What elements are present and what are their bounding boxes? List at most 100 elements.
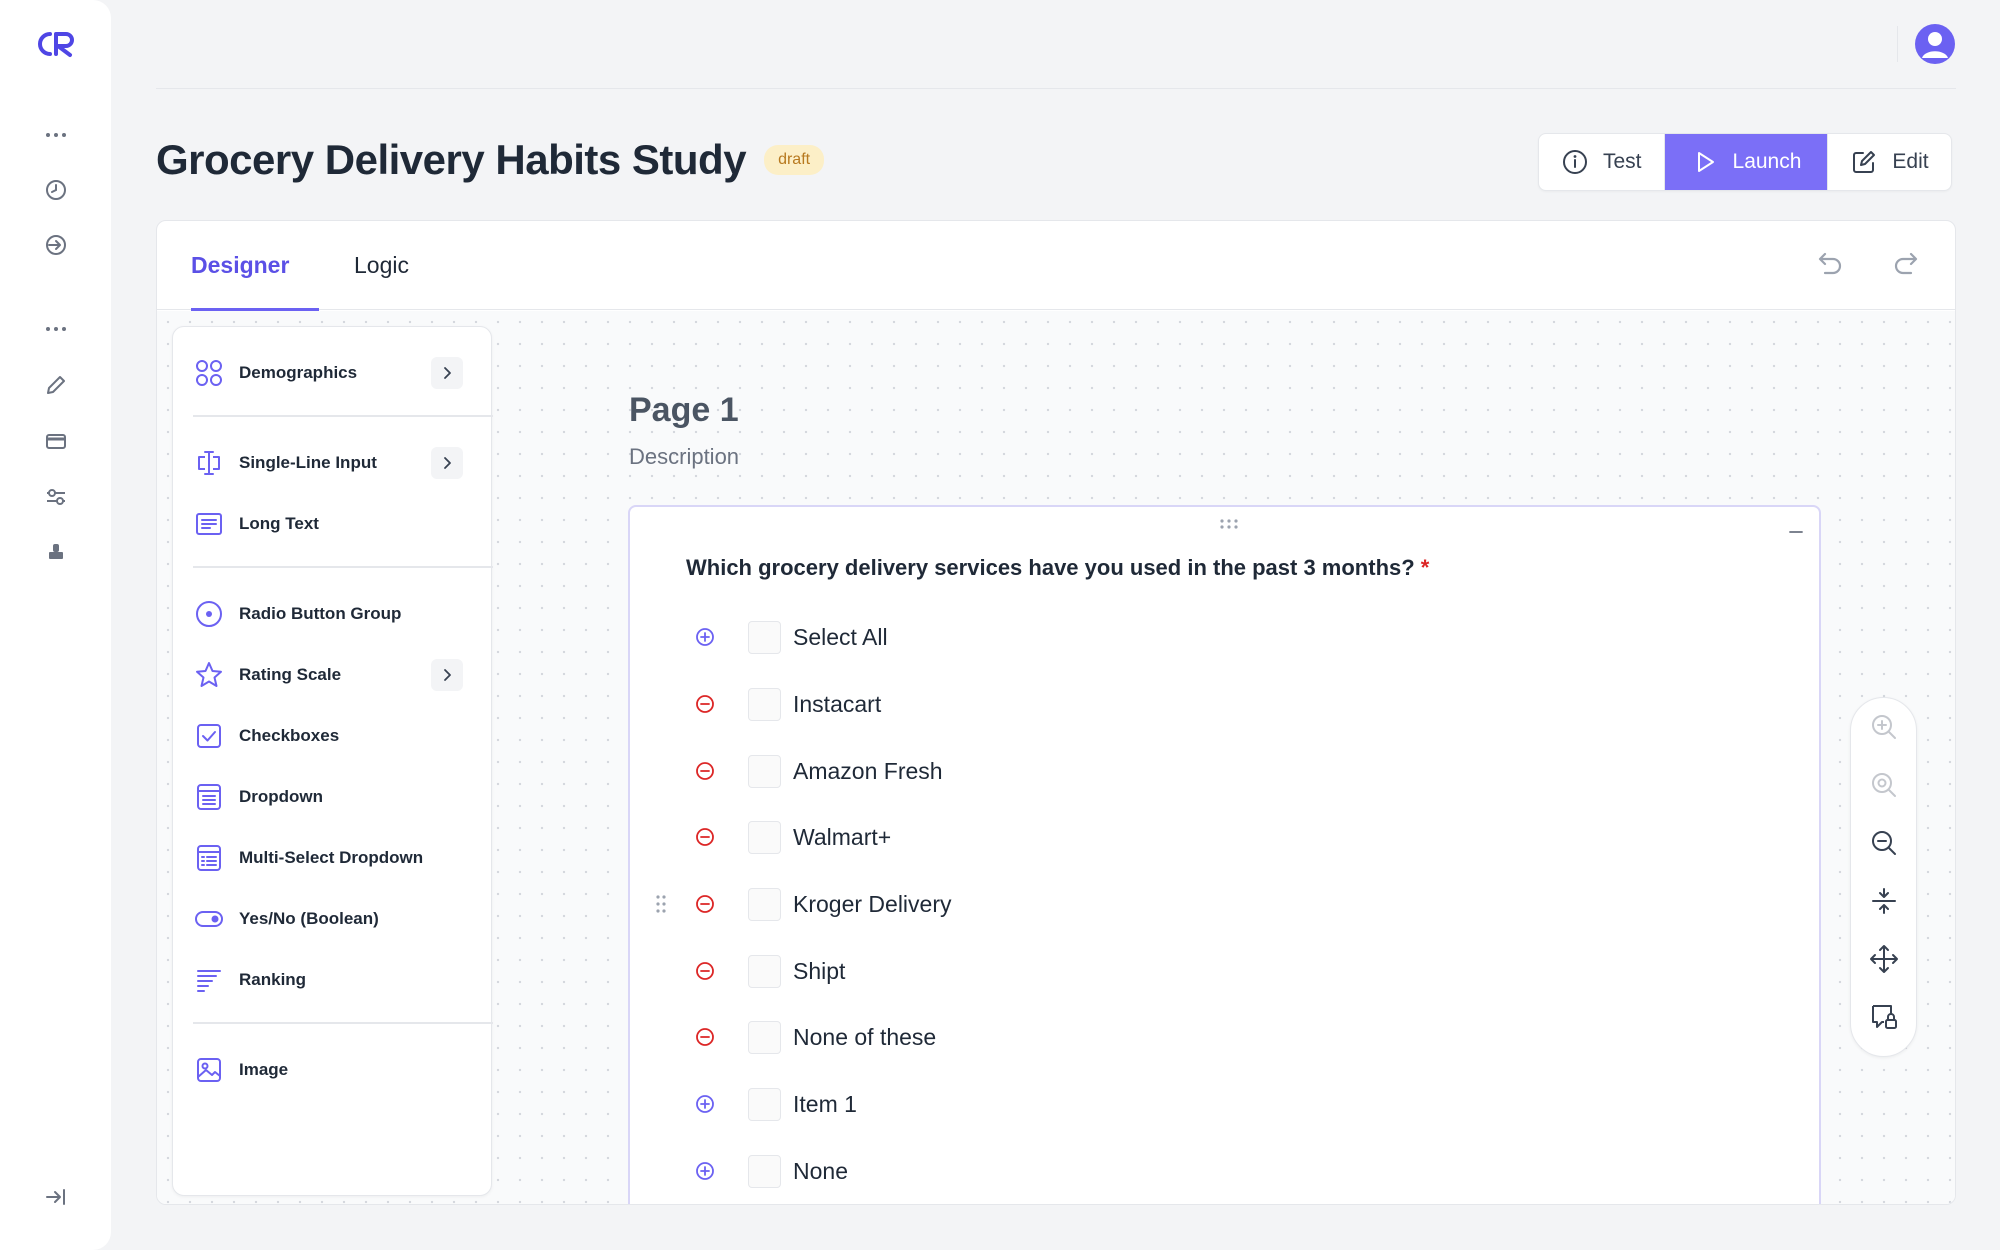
option-label[interactable]: Amazon Fresh	[793, 758, 943, 785]
option-checkbox[interactable]	[748, 1020, 781, 1054]
option-checkbox[interactable]	[748, 954, 781, 988]
status-badge: draft	[764, 145, 825, 175]
toolbox-item-long-text[interactable]: Long Text	[193, 502, 473, 546]
question-text: Which grocery delivery services have you…	[686, 555, 1415, 580]
edit-icon	[1853, 151, 1876, 173]
move-canvas-icon[interactable]	[1867, 942, 1901, 976]
lock-comment-icon[interactable]	[1867, 1000, 1901, 1034]
option-label[interactable]: Walmart+	[793, 824, 891, 851]
option-checkbox[interactable]	[748, 887, 781, 921]
page-name[interactable]: Page 1	[629, 391, 739, 430]
stamp-icon[interactable]	[39, 535, 73, 569]
add-option-icon[interactable]	[694, 1093, 716, 1115]
import-icon[interactable]	[39, 228, 73, 262]
option-row: None of these	[694, 1017, 1394, 1057]
expand-sidebar-icon[interactable]	[39, 1180, 73, 1214]
design-canvas[interactable]: Demographics Single-Line Input Long Text…	[157, 311, 1955, 1204]
toolbox-item-multi-select-dropdown[interactable]: Multi-Select Dropdown	[193, 836, 473, 880]
toolbox-item-image[interactable]: Image	[193, 1048, 473, 1092]
option-row: Kroger Delivery	[694, 884, 1394, 924]
ranking-icon	[193, 964, 225, 996]
remove-option-icon[interactable]	[694, 1026, 716, 1048]
pencil-icon[interactable]	[39, 368, 73, 402]
undo-icon[interactable]	[1811, 247, 1847, 283]
card-icon[interactable]	[39, 424, 73, 458]
remove-option-icon[interactable]	[694, 893, 716, 915]
option-checkbox[interactable]	[748, 1087, 781, 1121]
toolbox-item-label: Rating Scale	[239, 665, 342, 684]
option-checkbox[interactable]	[748, 820, 781, 854]
launch-button[interactable]: Launch	[1664, 134, 1829, 190]
toolbox-item-label: Multi-Select Dropdown	[239, 848, 424, 867]
toolbox-item-single-line-input[interactable]: Single-Line Input	[193, 441, 473, 485]
add-option-icon[interactable]	[694, 1160, 716, 1182]
collapse-icon[interactable]	[1787, 521, 1805, 539]
test-button[interactable]: Test	[1539, 134, 1665, 190]
page-title: Grocery Delivery Habits Study	[156, 136, 747, 183]
add-option-icon[interactable]	[694, 626, 716, 648]
user-avatar[interactable]	[1915, 24, 1955, 64]
option-label[interactable]: Kroger Delivery	[793, 891, 952, 918]
option-label[interactable]: Instacart	[793, 691, 881, 718]
zoom-reset-icon[interactable]	[1867, 768, 1901, 802]
remove-option-icon[interactable]	[694, 960, 716, 982]
question-title[interactable]: Which grocery delivery services have you…	[686, 555, 1429, 581]
remove-option-icon[interactable]	[694, 760, 716, 782]
redo-icon[interactable]	[1889, 247, 1925, 283]
zoom-out-icon[interactable]	[1867, 826, 1901, 860]
toolbox-item-label: Ranking	[239, 970, 307, 989]
grid-circles-icon	[193, 357, 225, 389]
app-logo[interactable]	[34, 28, 78, 60]
toolbox-item-label: Long Text	[239, 514, 319, 533]
required-mark: *	[1420, 555, 1430, 580]
remove-option-icon[interactable]	[694, 826, 716, 848]
option-row: Amazon Fresh	[694, 751, 1394, 791]
drag-handle-icon[interactable]	[654, 893, 668, 915]
option-checkbox[interactable]	[748, 1154, 781, 1188]
toolbox-item-label: Dropdown	[239, 787, 324, 806]
chevron-right-icon[interactable]	[431, 447, 463, 479]
star-icon	[193, 659, 225, 691]
user-icon	[1922, 32, 1948, 58]
action-group: Test Launch Edit	[1538, 133, 1952, 191]
info-icon	[1563, 150, 1587, 174]
option-label[interactable]: Select All	[793, 624, 888, 651]
tab-bar: Designer Logic	[157, 221, 1955, 311]
toolbox-item-ranking[interactable]: Ranking	[193, 958, 473, 1002]
question-card[interactable]: Which grocery delivery services have you…	[628, 505, 1821, 1204]
option-label[interactable]: Item 1	[793, 1091, 857, 1118]
toolbox-item-rating-scale[interactable]: Rating Scale	[193, 653, 473, 697]
toolbox-item-radio-button-group[interactable]: Radio Button Group	[193, 592, 473, 636]
option-label[interactable]: None	[793, 1158, 848, 1185]
header-divider	[1897, 26, 1898, 62]
test-label: Test	[1603, 150, 1642, 173]
option-checkbox[interactable]	[748, 754, 781, 788]
chevron-right-icon[interactable]	[431, 357, 463, 389]
option-label[interactable]: Shipt	[793, 958, 845, 985]
zoom-in-icon[interactable]	[1867, 710, 1901, 744]
tab-logic[interactable]: Logic	[354, 221, 409, 310]
option-label[interactable]: None of these	[793, 1024, 936, 1051]
drag-handle-icon[interactable]	[1218, 517, 1240, 531]
chevron-right-icon[interactable]	[431, 659, 463, 691]
more-icon[interactable]	[39, 118, 73, 152]
collapse-vertical-icon[interactable]	[1867, 884, 1901, 918]
toolbox-item-dropdown[interactable]: Dropdown	[193, 775, 473, 819]
option-row: Item 1	[694, 1084, 1394, 1124]
edit-label: Edit	[1892, 150, 1929, 173]
option-checkbox[interactable]	[748, 687, 781, 721]
multi-select-icon	[193, 842, 225, 874]
page-description[interactable]: Description	[629, 444, 739, 470]
toolbox-item-checkboxes[interactable]: Checkboxes	[193, 714, 473, 758]
toolbox-item-yes-no-boolean[interactable]: Yes/No (Boolean)	[193, 897, 473, 941]
toolbox-item-label: Demographics	[239, 363, 358, 382]
tab-designer[interactable]: Designer	[191, 221, 319, 311]
toolbox-item-demographics[interactable]: Demographics	[193, 351, 473, 395]
option-checkbox[interactable]	[748, 620, 781, 654]
sliders-icon[interactable]	[39, 480, 73, 514]
remove-option-icon[interactable]	[694, 693, 716, 715]
edit-button[interactable]: Edit	[1828, 134, 1950, 190]
history-icon[interactable]	[39, 173, 73, 207]
more-icon[interactable]	[39, 312, 73, 346]
paragraph-icon	[193, 508, 225, 540]
